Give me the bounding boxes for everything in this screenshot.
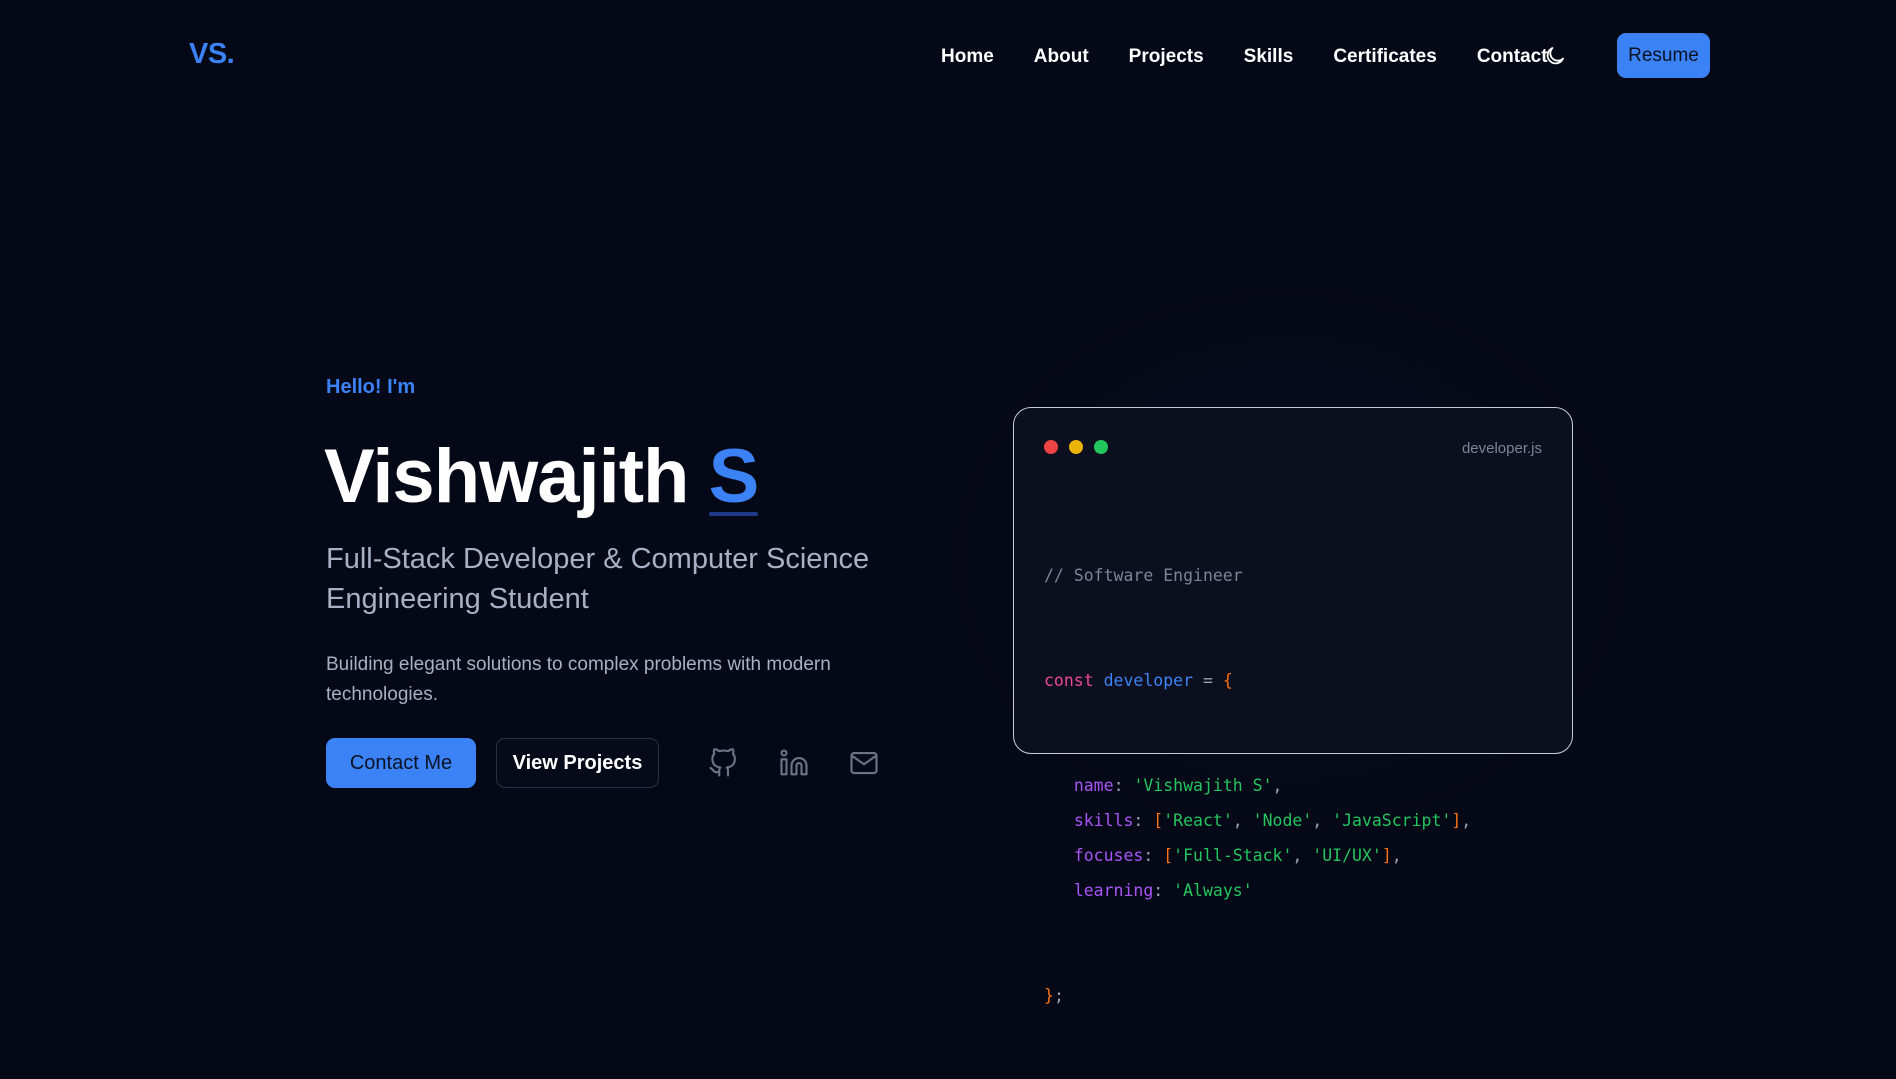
- moon-icon[interactable]: [1543, 44, 1567, 68]
- code-colon: :: [1113, 776, 1134, 795]
- code-open-brace: {: [1222, 671, 1233, 690]
- window-minimize-dot: [1069, 440, 1083, 454]
- resume-button[interactable]: Resume: [1617, 33, 1710, 78]
- code-string: 'Vishwajith S': [1133, 776, 1273, 795]
- navbar: VS. Home About Projects Skills Certifica…: [0, 0, 1896, 112]
- code-comma: ,: [1232, 811, 1253, 830]
- code-comma: ,: [1272, 776, 1283, 795]
- hero-description: Building elegant solutions to complex pr…: [326, 654, 831, 705]
- code-string: 'UI/UX': [1312, 846, 1382, 865]
- code-close-brace: }: [1044, 986, 1054, 1005]
- code-string: 'JavaScript': [1332, 811, 1452, 830]
- hero-greeting: Hello! I'm: [326, 376, 416, 398]
- code-line-comment: // Software Engineer: [1044, 558, 1471, 593]
- code-comma: ,: [1391, 846, 1402, 865]
- code-variable: developer: [1103, 671, 1194, 690]
- page: VS. Home About Projects Skills Certifica…: [0, 0, 1896, 1079]
- code-colon: :: [1133, 811, 1154, 830]
- logo[interactable]: VS.: [189, 38, 235, 71]
- code-card: developer.js // Software Engineer const …: [1013, 407, 1573, 1005]
- code-comma: ,: [1461, 811, 1472, 830]
- code-string: 'Always': [1173, 881, 1253, 900]
- code-array-open: [: [1163, 846, 1174, 865]
- view-projects-button[interactable]: View Projects: [496, 738, 659, 788]
- code-semicolon: ;: [1053, 986, 1064, 1005]
- code-keyword: const: [1044, 671, 1094, 690]
- code-comma: ,: [1292, 846, 1313, 865]
- code-key: name: [1073, 776, 1114, 795]
- code-fields: name: 'Vishwajith S', skills: ['React', …: [1044, 768, 1471, 908]
- nav-links: Home About Projects Skills Certificates …: [941, 44, 1588, 70]
- hero-name: Vishwajith S: [324, 432, 759, 522]
- code-key: learning: [1073, 881, 1154, 900]
- code-key: focuses: [1073, 846, 1144, 865]
- hero-name-first: Vishwajith: [324, 434, 689, 519]
- window-maximize-dot: [1094, 440, 1108, 454]
- code-line-close: };: [1044, 978, 1471, 1013]
- nav-link-skills[interactable]: Skills: [1244, 46, 1294, 68]
- code-array-close: ]: [1381, 846, 1392, 865]
- code-colon: :: [1143, 846, 1164, 865]
- hero-title: Full-Stack Developer & Computer Science …: [326, 543, 870, 615]
- code-comma: ,: [1312, 811, 1333, 830]
- code-line-focuses: focuses: ['Full-Stack', 'UI/UX'],: [1044, 838, 1471, 873]
- nav-link-contact[interactable]: Contact: [1477, 46, 1548, 68]
- nav-link-about[interactable]: About: [1034, 46, 1089, 68]
- code-filename: developer.js: [1461, 440, 1542, 457]
- code-array-open: [: [1153, 811, 1164, 830]
- code-block: // Software Engineer const developer = {…: [1044, 488, 1471, 1079]
- linkedin-icon[interactable]: [779, 748, 809, 778]
- code-key: skills: [1073, 811, 1134, 830]
- nav-link-projects[interactable]: Projects: [1129, 46, 1204, 68]
- window-close-dot: [1044, 440, 1058, 454]
- github-icon[interactable]: [708, 748, 738, 778]
- code-string: 'Full-Stack': [1173, 846, 1293, 865]
- code-string: 'React': [1163, 811, 1233, 830]
- code-comment: // Software Engineer: [1044, 566, 1243, 585]
- code-array-close: ]: [1451, 811, 1462, 830]
- code-line-declaration: const developer = {: [1044, 663, 1471, 698]
- code-line-skills: skills: ['React', 'Node', 'JavaScript'],: [1044, 803, 1471, 838]
- contact-me-button[interactable]: Contact Me: [326, 738, 476, 788]
- code-assign: =: [1193, 671, 1223, 690]
- code-string: 'Node': [1252, 811, 1313, 830]
- hero-name-accent: S: [708, 432, 759, 522]
- code-colon: :: [1153, 881, 1174, 900]
- nav-link-certificates[interactable]: Certificates: [1333, 46, 1437, 68]
- code-line-name: name: 'Vishwajith S',: [1044, 768, 1471, 803]
- code-line-learning: learning: 'Always': [1044, 873, 1471, 908]
- nav-link-home[interactable]: Home: [941, 46, 994, 68]
- mail-icon[interactable]: [849, 748, 879, 778]
